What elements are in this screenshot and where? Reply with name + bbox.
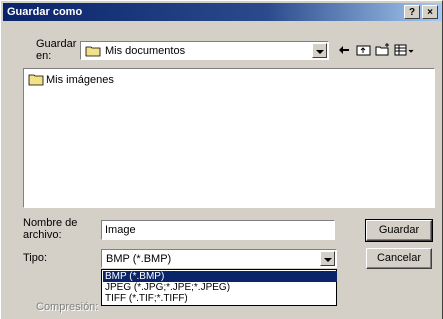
filetype-value: BMP (*.BMP) <box>106 253 172 265</box>
filetype-combo[interactable]: BMP (*.BMP) <box>101 249 337 268</box>
close-button[interactable]: × <box>422 5 438 19</box>
help-button[interactable]: ? <box>404 5 420 19</box>
filetype-option[interactable]: BMP (*.BMP) <box>103 271 337 282</box>
file-name: Mis imágenes <box>46 74 114 86</box>
filetype-dropdown-list[interactable]: BMP (*.BMP) JPEG (*.JPG;*.JPE;*.JPEG) TI… <box>101 269 337 306</box>
filename-field[interactable] <box>101 220 335 240</box>
save-button[interactable]: Guardar <box>365 219 433 242</box>
file-list[interactable]: Mis imágenes <box>23 68 435 208</box>
save-as-dialog: Guardar como ? × Guardar en: Mis documen… <box>0 0 443 319</box>
filename-label: Nombre de archivo: <box>23 217 78 241</box>
chevron-down-icon[interactable] <box>320 251 335 266</box>
location-value: Mis documentos <box>105 45 186 57</box>
folder-icon <box>85 45 101 60</box>
new-folder-icon[interactable] <box>375 43 391 57</box>
back-icon[interactable] <box>336 43 352 57</box>
cancel-button[interactable]: Cancelar <box>366 248 432 269</box>
dialog-title: Guardar como <box>7 6 83 18</box>
chevron-down-icon[interactable] <box>312 43 327 58</box>
location-label: Guardar en: <box>36 38 77 62</box>
filetype-option[interactable]: JPEG (*.JPG;*.JPE;*.JPEG) <box>103 282 337 293</box>
compression-label: Compresión: <box>36 301 99 313</box>
folder-icon <box>28 73 44 89</box>
view-menu-icon[interactable] <box>394 43 416 57</box>
filetype-option[interactable]: TIFF (*.TIF;*.TIFF) <box>103 293 337 304</box>
title-bar[interactable]: Guardar como ? × <box>3 3 442 21</box>
up-folder-icon[interactable] <box>356 43 372 57</box>
location-combo[interactable]: Mis documentos <box>80 41 329 60</box>
filename-input[interactable] <box>105 223 325 237</box>
filetype-label: Tipo: <box>23 252 48 264</box>
